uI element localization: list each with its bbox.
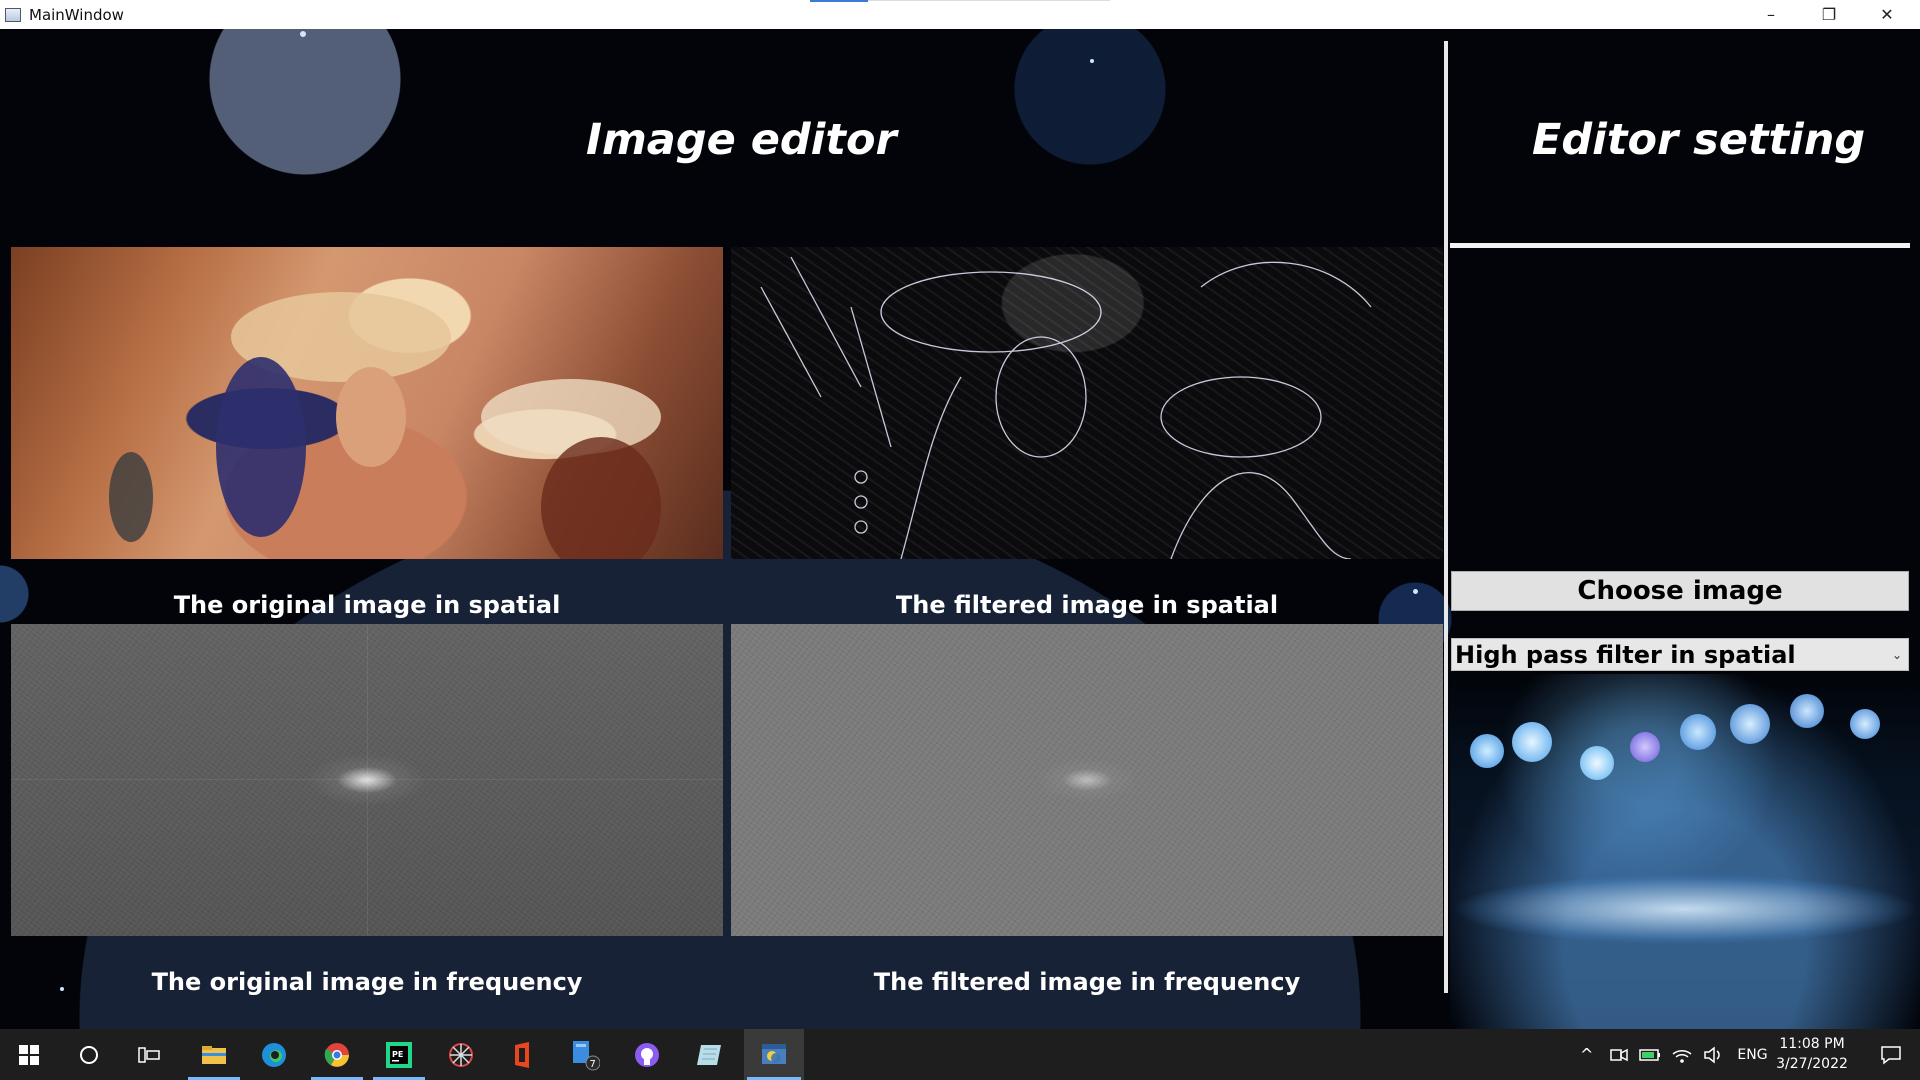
- edge-button[interactable]: [245, 1029, 303, 1080]
- app-window-icon: [5, 7, 21, 22]
- chrome-button[interactable]: [308, 1029, 366, 1080]
- title-accent-line: [810, 0, 868, 2]
- task-view-icon: [138, 1046, 160, 1063]
- bokeh-light: [1580, 746, 1614, 780]
- network-app-icon: [449, 1042, 473, 1067]
- bokeh-light: [1730, 704, 1770, 744]
- chrome-icon: [324, 1042, 349, 1067]
- bokeh-light: [1630, 732, 1660, 762]
- choose-image-button[interactable]: Choose image: [1451, 571, 1909, 611]
- wifi-icon[interactable]: [1671, 1046, 1693, 1064]
- notes-button[interactable]: [680, 1029, 738, 1080]
- python-app-icon: [762, 1043, 786, 1064]
- python-app-button[interactable]: [744, 1029, 804, 1080]
- image-editor-heading: Image editor: [586, 115, 897, 165]
- pycharm-icon: PE: [386, 1041, 412, 1068]
- original-spatial-caption: The original image in spatial: [173, 591, 561, 619]
- title-divider-line: [868, 0, 1110, 1]
- github-icon: [635, 1042, 659, 1067]
- notes-icon: [697, 1044, 721, 1065]
- notifications-button[interactable]: [1862, 1029, 1920, 1080]
- search-button[interactable]: [60, 1029, 118, 1080]
- original-frequency-image: [11, 624, 723, 936]
- clock-time: 11:08 PM: [1779, 1036, 1845, 1052]
- files-badge-count: 7: [590, 1059, 596, 1070]
- pycharm-button[interactable]: PE: [370, 1029, 428, 1080]
- vertical-divider: [1444, 41, 1448, 993]
- clock-date: 3/27/2022: [1776, 1056, 1848, 1072]
- office-icon: [515, 1041, 529, 1068]
- close-button[interactable]: ✕: [1858, 0, 1916, 29]
- office-button[interactable]: [494, 1029, 552, 1080]
- language-indicator[interactable]: ENG: [1737, 1047, 1767, 1063]
- original-image-shapes: [109, 292, 661, 559]
- task-view-button[interactable]: [120, 1029, 178, 1080]
- taskbar: PE 7 ^ ENG 11:08 PM 3/27/2022: [0, 1029, 1920, 1080]
- start-icon: [19, 1044, 39, 1065]
- bokeh-light: [1090, 59, 1094, 63]
- settings-divider: [1450, 243, 1910, 248]
- bokeh-glow-band: [1450, 874, 1920, 944]
- original-spatial-image: [11, 247, 723, 559]
- network-app-button[interactable]: [432, 1029, 490, 1080]
- editor-setting-heading: Editor setting: [1532, 115, 1866, 165]
- main-window-content: Image editor The original image in spati…: [0, 29, 1920, 1029]
- title-bar: MainWindow – ❐ ✕: [0, 0, 1920, 29]
- meeting-icon[interactable]: [1609, 1046, 1629, 1064]
- filtered-frequency-caption: The filtered image in frequency: [873, 968, 1301, 996]
- bokeh-light: [1850, 709, 1880, 739]
- filtered-spatial-caption: The filtered image in spatial: [895, 591, 1279, 619]
- bokeh-light: [1790, 694, 1824, 728]
- restore-button[interactable]: ❐: [1800, 0, 1858, 29]
- notification-icon: [1881, 1045, 1901, 1065]
- github-button[interactable]: [618, 1029, 676, 1080]
- clock[interactable]: 11:08 PM 3/27/2022: [1770, 1034, 1854, 1074]
- edge-image-shapes: [760, 256, 1372, 559]
- file-explorer-icon: [202, 1045, 226, 1064]
- bokeh-light: [1470, 734, 1504, 768]
- edge-icon: [262, 1042, 286, 1067]
- bokeh-light: [300, 31, 306, 37]
- window-title: MainWindow: [29, 5, 124, 24]
- file-explorer-button[interactable]: [185, 1029, 243, 1080]
- start-button[interactable]: [0, 1029, 58, 1080]
- bokeh-light: [1680, 714, 1716, 750]
- minimize-button[interactable]: –: [1742, 0, 1800, 29]
- volume-icon[interactable]: [1703, 1045, 1723, 1064]
- frequency-vertical-axis: [367, 624, 368, 936]
- filter-select-value: High pass filter in spatial: [1455, 640, 1796, 669]
- battery-icon[interactable]: [1639, 1046, 1661, 1064]
- search-circle-icon: [80, 1045, 98, 1064]
- filtered-spatial-image: [731, 247, 1443, 559]
- files-badge-icon: 7: [573, 1040, 600, 1070]
- settings-bokeh-background: [1450, 674, 1920, 1029]
- files-button[interactable]: 7: [556, 1029, 614, 1080]
- tray-overflow-chevron-icon[interactable]: ^: [1580, 1045, 1593, 1064]
- filter-select[interactable]: High pass filter in spatial ⌄: [1451, 638, 1909, 671]
- svg-text:PE: PE: [392, 1050, 403, 1059]
- system-tray: ^ ENG: [1580, 1029, 1768, 1080]
- bokeh-light: [1512, 722, 1552, 762]
- filtered-frequency-image: [731, 624, 1443, 936]
- chevron-down-icon: ⌄: [1891, 647, 1903, 662]
- original-frequency-caption: The original image in frequency: [151, 968, 583, 996]
